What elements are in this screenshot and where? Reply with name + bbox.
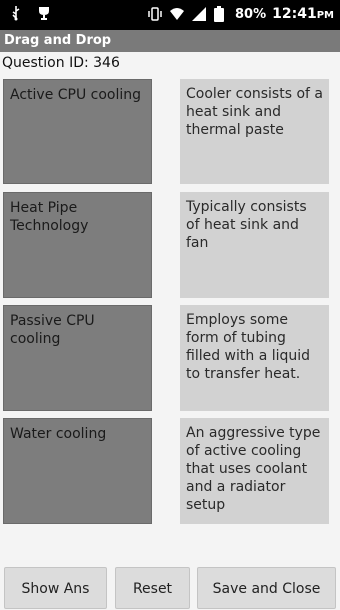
drag-item-label: Water cooling (10, 426, 107, 442)
drop-target-label: Cooler consists of a heat sink and therm… (186, 86, 323, 138)
signal-icon (191, 6, 207, 22)
drop-target-4[interactable]: An aggressive type of active cooling tha… (180, 418, 329, 524)
battery-percent: 80% (235, 6, 267, 22)
app-title-bar: Drag and Drop (0, 30, 340, 52)
drop-target-3[interactable]: Employs some form of tubing filled with … (180, 305, 329, 411)
drag-item-active-cpu-cooling[interactable]: Active CPU cooling (3, 79, 152, 184)
show-answer-button[interactable]: Show Ans (4, 567, 107, 609)
drag-item-label: Passive CPU cooling (10, 313, 95, 347)
drop-target-label: Employs some form of tubing filled with … (186, 312, 311, 382)
vibrate-icon (147, 6, 163, 22)
battery-icon (213, 6, 229, 22)
save-and-close-button[interactable]: Save and Close (197, 567, 336, 609)
drag-item-heat-pipe-technology[interactable]: Heat Pipe Technology (3, 192, 152, 298)
usb-icon (8, 5, 24, 21)
trophy-icon (36, 5, 52, 21)
drag-item-water-cooling[interactable]: Water cooling (3, 418, 152, 524)
reset-button[interactable]: Reset (115, 567, 190, 609)
drop-target-1[interactable]: Cooler consists of a heat sink and therm… (180, 79, 329, 184)
drag-item-label: Heat Pipe Technology (10, 200, 89, 234)
drop-target-label: Typically consists of heat sink and fan (186, 199, 307, 251)
app-title: Drag and Drop (4, 33, 112, 48)
drag-item-passive-cpu-cooling[interactable]: Passive CPU cooling (3, 305, 152, 411)
question-id: Question ID: 346 (2, 55, 120, 71)
drag-item-label: Active CPU cooling (10, 87, 142, 103)
drop-target-2[interactable]: Typically consists of heat sink and fan (180, 192, 329, 298)
drop-target-label: An aggressive type of active cooling tha… (186, 425, 321, 513)
clock: 12:41PM (272, 6, 334, 22)
wifi-icon (169, 6, 185, 22)
status-bar: 80% 12:41PM (0, 0, 340, 30)
